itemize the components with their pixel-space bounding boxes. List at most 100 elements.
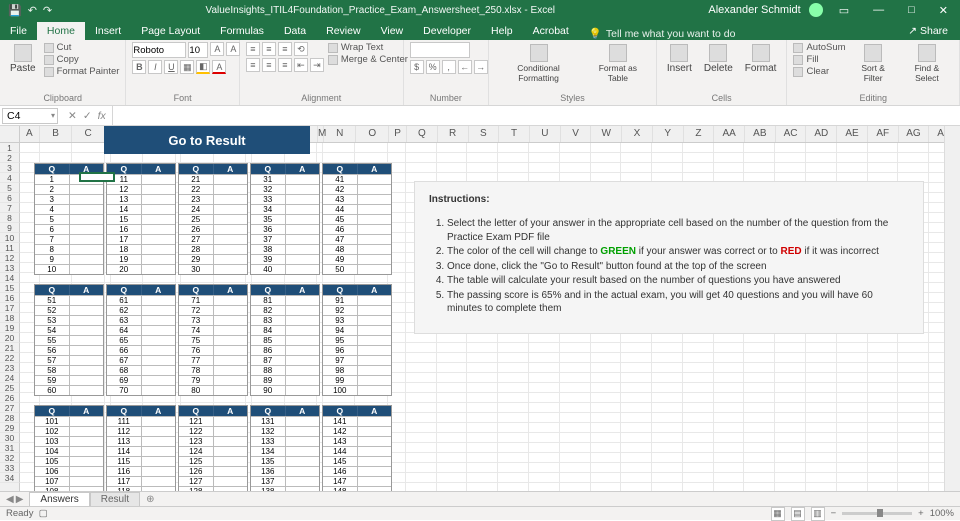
answer-cell[interactable] (358, 355, 392, 365)
row-header-28[interactable]: 28 (0, 413, 20, 423)
row-header-22[interactable]: 22 (0, 353, 20, 363)
cell[interactable] (529, 443, 560, 453)
cell[interactable] (560, 373, 591, 383)
cell[interactable] (806, 413, 837, 423)
tab-data[interactable]: Data (274, 22, 316, 40)
cell[interactable] (406, 353, 437, 363)
maximize-icon[interactable]: □ (900, 4, 923, 16)
cell[interactable] (714, 413, 745, 423)
font-name-input[interactable] (132, 42, 186, 58)
cell[interactable] (591, 373, 622, 383)
cell[interactable] (591, 333, 622, 343)
cell[interactable] (744, 463, 775, 473)
cell[interactable] (467, 393, 498, 403)
cell[interactable] (744, 403, 775, 413)
row-header-20[interactable]: 20 (0, 333, 20, 343)
answer-cell[interactable] (358, 184, 392, 194)
cell[interactable] (388, 153, 406, 163)
cell[interactable] (929, 273, 960, 283)
cell[interactable] (143, 153, 176, 163)
align-bot[interactable]: ≡ (278, 42, 292, 56)
cell[interactable] (714, 473, 745, 483)
answer-cell[interactable] (142, 446, 176, 456)
comma[interactable]: , (442, 60, 456, 74)
answer-cell[interactable] (214, 385, 248, 395)
col-header-Y[interactable]: Y (653, 126, 684, 142)
sheet-tab-answers[interactable]: Answers (29, 492, 89, 506)
cell[interactable] (437, 153, 468, 163)
cell[interactable] (529, 143, 560, 153)
answer-cell[interactable] (142, 315, 176, 325)
cell[interactable] (621, 143, 652, 153)
cell[interactable] (714, 453, 745, 463)
cell[interactable] (621, 453, 652, 463)
cell[interactable] (111, 153, 144, 163)
cell[interactable] (560, 443, 591, 453)
cell[interactable] (929, 293, 960, 303)
cell[interactable] (20, 153, 40, 163)
cell[interactable] (806, 463, 837, 473)
cell[interactable] (929, 453, 960, 463)
cell[interactable] (744, 353, 775, 363)
answer-cell[interactable] (286, 466, 320, 476)
cell[interactable] (683, 373, 714, 383)
answer-cell[interactable] (70, 345, 104, 355)
answer-cell[interactable] (358, 204, 392, 214)
align-mid[interactable]: ≡ (262, 42, 276, 56)
cell[interactable] (898, 473, 929, 483)
row-header-15[interactable]: 15 (0, 283, 20, 293)
cell[interactable] (868, 433, 899, 443)
cell[interactable] (40, 153, 73, 163)
cell[interactable] (806, 383, 837, 393)
cell[interactable] (929, 473, 960, 483)
cell[interactable] (467, 413, 498, 423)
cell[interactable] (498, 343, 529, 353)
cell[interactable] (498, 163, 529, 173)
cell[interactable] (929, 263, 960, 273)
cell[interactable] (560, 343, 591, 353)
cell[interactable] (621, 383, 652, 393)
answer-cell[interactable] (286, 385, 320, 395)
cell[interactable] (529, 353, 560, 363)
cell[interactable] (355, 153, 388, 163)
cell[interactable] (437, 343, 468, 353)
cell[interactable] (652, 143, 683, 153)
answer-cell[interactable] (358, 365, 392, 375)
col-header-B[interactable]: B (40, 126, 73, 142)
cell[interactable] (806, 443, 837, 453)
cell[interactable] (929, 143, 960, 153)
answer-cell[interactable] (214, 184, 248, 194)
answer-cell[interactable] (214, 416, 248, 426)
cell[interactable] (560, 363, 591, 373)
cell[interactable] (498, 363, 529, 373)
cell[interactable] (775, 413, 806, 423)
answer-cell[interactable] (358, 375, 392, 385)
answer-cell[interactable] (142, 254, 176, 264)
answer-cell[interactable] (70, 224, 104, 234)
answer-cell[interactable] (70, 476, 104, 486)
cell[interactable] (868, 353, 899, 363)
close-icon[interactable]: ✕ (931, 4, 956, 17)
answer-cell[interactable] (214, 194, 248, 204)
cell[interactable] (591, 383, 622, 393)
cell[interactable] (652, 443, 683, 453)
cell[interactable] (529, 463, 560, 473)
cell[interactable] (929, 413, 960, 423)
col-header-W[interactable]: W (591, 126, 622, 142)
cell[interactable] (560, 413, 591, 423)
cell[interactable] (714, 433, 745, 443)
answer-cell[interactable] (286, 446, 320, 456)
answer-cell[interactable] (70, 234, 104, 244)
cell[interactable] (929, 323, 960, 333)
answer-cell[interactable] (70, 436, 104, 446)
cell[interactable] (929, 213, 960, 223)
cell[interactable] (437, 363, 468, 373)
cell[interactable] (837, 383, 868, 393)
answer-cell[interactable] (286, 335, 320, 345)
zoom-in-icon[interactable]: + (918, 508, 924, 519)
answer-cell[interactable] (70, 456, 104, 466)
answer-cell[interactable] (286, 416, 320, 426)
merge-center-button[interactable]: Merge & Center (328, 54, 408, 65)
answer-cell[interactable] (142, 204, 176, 214)
row-header-27[interactable]: 27 (0, 403, 20, 413)
